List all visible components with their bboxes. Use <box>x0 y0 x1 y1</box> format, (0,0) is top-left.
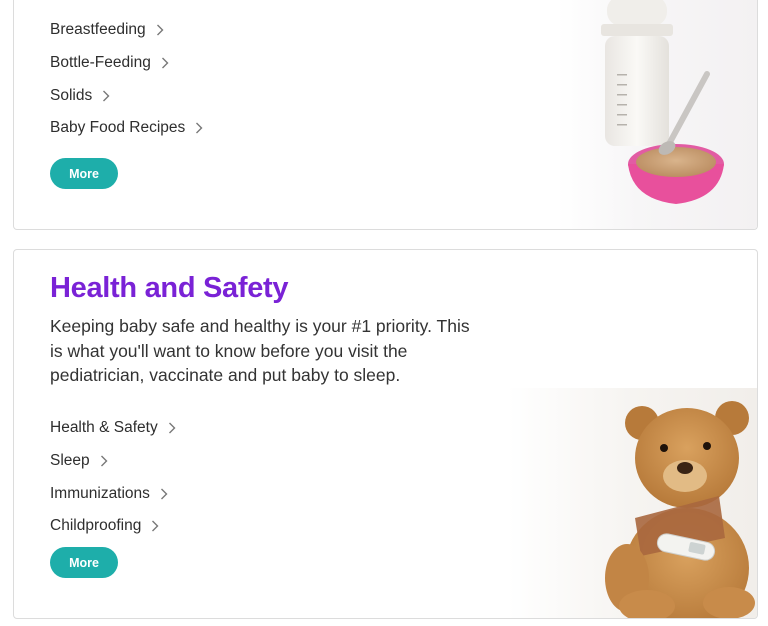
chevron-right-icon <box>160 488 168 500</box>
chevron-right-icon <box>103 90 110 102</box>
link-breastfeeding[interactable]: Breastfeeding <box>50 14 203 47</box>
feeding-links: Breastfeeding Bottle-Feeding Solids Baby… <box>50 14 203 145</box>
link-childproofing[interactable]: Childproofing <box>50 510 176 543</box>
link-immunizations[interactable]: Immunizations <box>50 477 176 510</box>
link-baby-food-recipes[interactable]: Baby Food Recipes <box>50 112 203 145</box>
link-label: Breastfeeding <box>50 21 146 39</box>
chevron-right-icon <box>168 422 176 434</box>
chevron-right-icon <box>156 24 164 36</box>
link-bottle-feeding[interactable]: Bottle-Feeding <box>50 47 203 80</box>
link-label: Sleep <box>50 452 90 470</box>
health-safety-card: Health and Safety Keeping baby safe and … <box>13 249 758 619</box>
feeding-card: Breastfeeding Bottle-Feeding Solids Baby… <box>13 0 758 230</box>
link-label: Health & Safety <box>50 419 158 437</box>
chevron-right-icon <box>152 520 159 532</box>
link-label: Baby Food Recipes <box>50 119 186 137</box>
link-label: Bottle-Feeding <box>50 54 151 72</box>
link-label: Childproofing <box>50 517 142 535</box>
feeding-more-button[interactable]: More <box>50 158 118 189</box>
link-health-safety[interactable]: Health & Safety <box>50 412 176 445</box>
chevron-right-icon <box>196 122 203 134</box>
chevron-right-icon <box>100 455 108 467</box>
health-links: Health & Safety Sleep Immunizations Chil… <box>50 412 176 543</box>
section-title: Health and Safety <box>50 272 289 304</box>
link-label: Solids <box>50 86 93 104</box>
link-sleep[interactable]: Sleep <box>50 445 176 478</box>
chevron-right-icon <box>161 57 169 69</box>
teddy-bear-image <box>507 388 757 618</box>
baby-bottle-food-image <box>557 0 757 229</box>
link-solids[interactable]: Solids <box>50 79 203 112</box>
link-label: Immunizations <box>50 484 150 502</box>
health-more-button[interactable]: More <box>50 547 118 578</box>
section-description: Keeping baby safe and healthy is your #1… <box>50 316 470 385</box>
